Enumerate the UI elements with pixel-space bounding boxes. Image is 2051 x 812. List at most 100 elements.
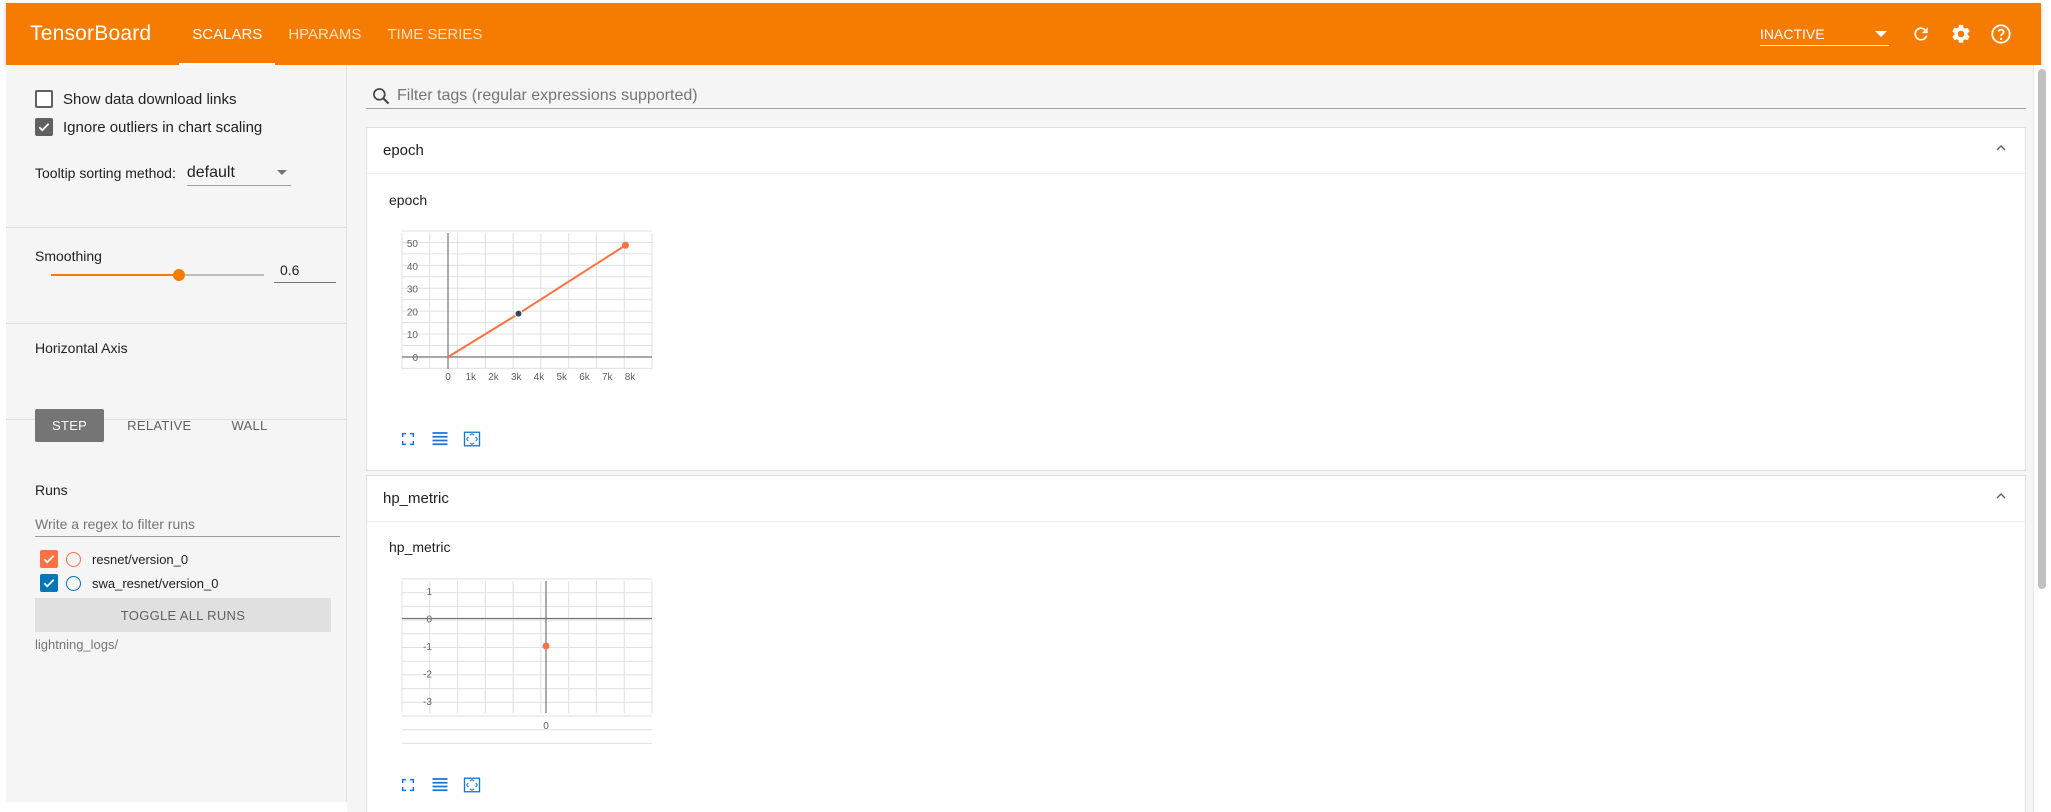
- tag-filter-placeholder: Filter tags (regular expressions support…: [397, 86, 698, 104]
- y-tick-label: 20: [407, 307, 419, 318]
- check-icon: [43, 555, 55, 564]
- y-tick-label: 10: [407, 330, 419, 341]
- log-directory-label: lightning_logs/: [35, 637, 119, 652]
- horizontal-axis-section: Horizontal Axis: [6, 324, 346, 420]
- hp-metric-chart[interactable]: 1 0 -1 -2 -3 0: [382, 564, 722, 759]
- y-tick-label: 0: [412, 353, 418, 364]
- series-point: [542, 642, 550, 650]
- x-tick-label: 8k: [625, 372, 637, 383]
- show-download-links-checkbox[interactable]: [35, 90, 53, 108]
- x-tick-label: 6k: [579, 372, 591, 383]
- smoothing-slider[interactable]: [51, 265, 264, 285]
- category-title: epoch: [383, 142, 424, 159]
- tooltip-sorting-select[interactable]: default: [186, 160, 291, 186]
- run-color-dot[interactable]: [66, 551, 81, 567]
- category-header-epoch[interactable]: epoch: [367, 128, 2025, 174]
- tooltip-sorting-value: default: [186, 163, 235, 181]
- y-tick-label: 1: [426, 587, 432, 598]
- y-tick-label: 30: [407, 285, 419, 296]
- y-tick-label: -1: [423, 642, 432, 653]
- axis-wall-button[interactable]: WALL: [214, 409, 284, 442]
- y-tick-label: 40: [407, 262, 419, 273]
- x-tick-label: 4k: [534, 372, 546, 383]
- toggle-all-runs-button[interactable]: TOGGLE ALL RUNS: [35, 598, 331, 632]
- run-color-dot[interactable]: [66, 575, 81, 591]
- ignore-outliers-label: Ignore outliers in chart scaling: [63, 118, 263, 136]
- slider-fill: [51, 274, 179, 276]
- main-panel: Filter tags (regular expressions support…: [347, 65, 2033, 812]
- x-tick-label: 0: [445, 372, 451, 383]
- chart-toolbar: [397, 774, 493, 796]
- axis-step-button[interactable]: STEP: [35, 409, 105, 442]
- show-download-links-label: Show data download links: [63, 90, 237, 108]
- fullscreen-icon[interactable]: [397, 774, 419, 796]
- tab-scalars[interactable]: SCALARS: [179, 3, 276, 65]
- run-item-resnet[interactable]: resnet/version_0: [40, 547, 188, 571]
- epoch-chart[interactable]: 50 40 30 20 10 0 0 1k 2k 3k 4k 5k 6k 7k 8k: [382, 216, 722, 411]
- show-download-links-option[interactable]: Show data download links: [6, 85, 236, 113]
- category-header-hp-metric[interactable]: hp_metric: [367, 476, 2025, 522]
- scrollbar-thumb[interactable]: [2038, 69, 2046, 589]
- series-end-point: [621, 241, 629, 249]
- data-table-icon[interactable]: [429, 774, 451, 796]
- check-icon: [43, 579, 55, 588]
- ignore-outliers-checkbox[interactable]: [35, 118, 53, 136]
- search-icon: [371, 86, 391, 106]
- general-settings-section: Show data download links Ignore outliers…: [6, 65, 346, 228]
- refresh-icon[interactable]: [1901, 14, 1941, 54]
- check-icon: [38, 123, 50, 132]
- y-tick-label: -3: [423, 697, 432, 708]
- tab-hparams[interactable]: HPARAMS: [275, 3, 374, 65]
- y-tick-label: 0: [426, 615, 432, 626]
- run-checkbox[interactable]: [40, 550, 58, 568]
- x-tick-label: 3k: [511, 372, 523, 383]
- runs-label: Runs: [35, 482, 68, 498]
- app-frame: TensorBoard SCALARS HPARAMS TIME SERIES …: [0, 0, 2051, 812]
- fullscreen-icon[interactable]: [397, 428, 419, 450]
- tooltip-sorting-row: Tooltip sorting method: default: [6, 153, 291, 193]
- data-table-icon[interactable]: [429, 428, 451, 450]
- header-actions: INACTIVE: [1760, 3, 2021, 65]
- app-brand: TensorBoard: [30, 22, 152, 45]
- chevron-down-icon: [1875, 30, 1887, 37]
- x-tick-label: 0: [543, 721, 549, 732]
- chart-title: epoch: [389, 192, 428, 208]
- chevron-up-icon[interactable]: [1993, 140, 2009, 161]
- hover-point: [514, 309, 523, 318]
- run-item-swa-resnet[interactable]: swa_resnet/version_0: [40, 571, 218, 595]
- help-icon[interactable]: [1981, 14, 2021, 54]
- series-line: [447, 244, 626, 358]
- fit-domain-icon[interactable]: [461, 774, 483, 796]
- fit-domain-icon[interactable]: [461, 428, 483, 450]
- sidebar: Show data download links Ignore outliers…: [6, 65, 347, 802]
- chevron-up-icon[interactable]: [1993, 488, 2009, 509]
- x-tick-label: 7k: [602, 372, 614, 383]
- runs-filter-input[interactable]: Write a regex to filter runs: [35, 513, 340, 537]
- reload-status-value: INACTIVE: [1760, 25, 1825, 42]
- chart-toolbar: [397, 428, 493, 450]
- top-app-bar: TensorBoard SCALARS HPARAMS TIME SERIES …: [6, 3, 2041, 65]
- category-card-epoch: epoch epoch 50 40 30 20 10 0 0 1k 2k 3k 4k 5k 6k 7k 8k: [366, 127, 2026, 471]
- run-name: resnet/version_0: [92, 551, 189, 567]
- chevron-down-icon: [276, 170, 287, 175]
- tooltip-sorting-label: Tooltip sorting method:: [35, 165, 176, 181]
- y-tick-label: -2: [423, 670, 432, 681]
- run-name: swa_resnet/version_0: [92, 575, 219, 591]
- x-tick-label: 1k: [465, 372, 477, 383]
- page-scrollbar[interactable]: [2033, 65, 2051, 812]
- horizontal-axis-label: Horizontal Axis: [35, 340, 128, 356]
- ignore-outliers-option[interactable]: Ignore outliers in chart scaling: [6, 113, 262, 141]
- x-tick-label: 2k: [488, 372, 500, 383]
- gear-icon[interactable]: [1941, 14, 1981, 54]
- run-checkbox[interactable]: [40, 574, 58, 592]
- tag-filter-input[interactable]: Filter tags (regular expressions support…: [366, 83, 2026, 109]
- horizontal-axis-toggle: STEP RELATIVE WALL: [35, 409, 291, 442]
- smoothing-label: Smoothing: [35, 248, 102, 264]
- slider-thumb[interactable]: [172, 269, 185, 281]
- tab-time-series[interactable]: TIME SERIES: [374, 3, 495, 65]
- reload-status-select[interactable]: INACTIVE: [1760, 22, 1889, 46]
- axis-relative-button[interactable]: RELATIVE: [110, 409, 208, 442]
- smoothing-value-input[interactable]: 0.6: [274, 257, 336, 283]
- category-card-hp-metric: hp_metric hp_metric 1 0 -1 -2 -3 0: [366, 475, 2026, 812]
- y-tick-label: 50: [407, 239, 419, 250]
